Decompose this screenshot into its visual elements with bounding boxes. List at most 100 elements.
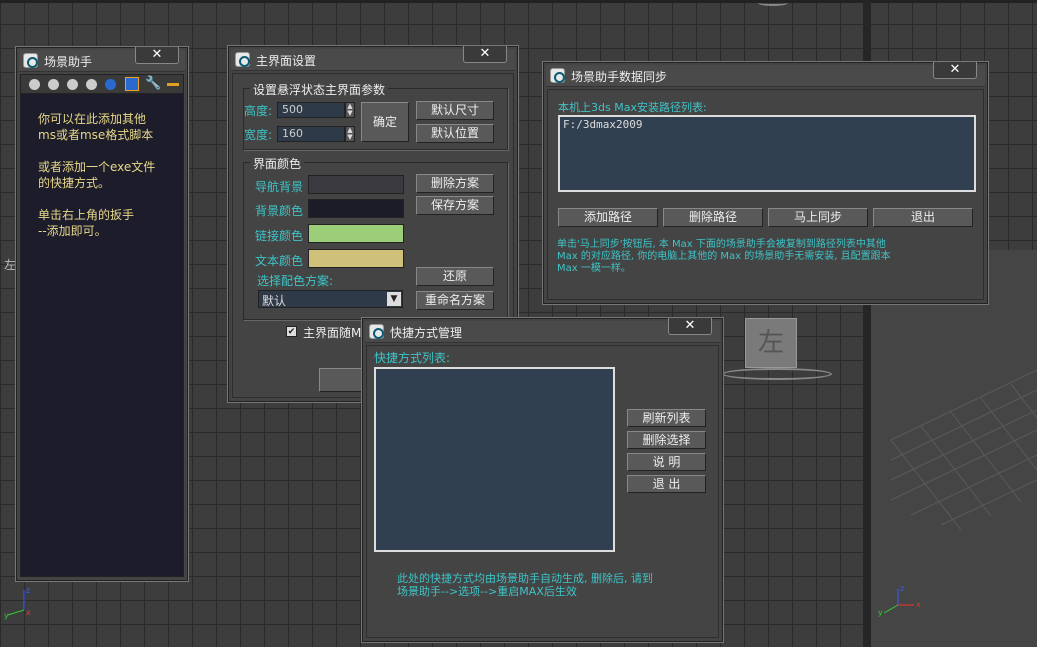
svg-text:y: y (878, 608, 883, 617)
bg-color-swatch[interactable] (308, 199, 404, 218)
shortcut-note: 此处的快捷方式均由场景助手自动生成, 删除后, 请到 场景助手-->选项-->重… (397, 572, 653, 598)
dot-icon[interactable] (67, 79, 78, 90)
shortcut-manager-body: 快捷方式列表: 刷新列表 删除选择 说 明 退 出 此处的快捷方式均由场景助手自… (366, 345, 719, 638)
note-line: 场景助手-->选项-->重启MAX后生效 (397, 585, 577, 598)
height-label: 高度: (244, 104, 273, 118)
dot-icon[interactable] (86, 79, 97, 90)
note-line: Max 的对应路径, 你的电脑上其他的 Max 的场景助手无需安装, 且配置跟本 (557, 251, 891, 262)
close-button[interactable]: ✕ (463, 46, 507, 63)
nav-bg-label: 导航背景 (255, 180, 304, 194)
text-line (38, 191, 155, 207)
scene-helper-text: 你可以在此添加其他 ms或者mse格式脚本 或者添加一个exe文件 的快捷方式。… (38, 111, 155, 239)
app-logo-icon (369, 324, 384, 339)
dot-icon[interactable] (48, 79, 59, 90)
link-color-swatch[interactable] (308, 224, 404, 243)
dot-icon[interactable] (29, 79, 40, 90)
scene-helper-titlebar[interactable]: 场景助手 ✕ (19, 47, 185, 72)
grid-icon[interactable] (125, 77, 139, 91)
viewcube-label: 左 (757, 328, 784, 358)
data-sync-window: 场景助手数据同步 ✕ 本机上3ds Max安装路径列表: F:/3dmax200… (542, 61, 989, 305)
scene-helper-toolbar: 🔧 (21, 75, 183, 94)
app-logo-icon (235, 52, 250, 67)
viewport-border-top (0, 0, 1037, 3)
width-spinner[interactable]: ▲ ▼ (345, 126, 355, 142)
scene-helper-body: 🔧 你可以在此添加其他 ms或者mse格式脚本 或者添加一个exe文件 的快捷方… (20, 74, 184, 577)
link-color-label: 链接颜色 (255, 229, 304, 243)
app-logo-icon (550, 68, 565, 83)
data-sync-title: 场景助手数据同步 (571, 70, 668, 84)
svg-text:z: z (900, 585, 904, 593)
height-spinner[interactable]: ▲ ▼ (345, 102, 355, 118)
exit-button[interactable]: 退出 (873, 208, 973, 227)
close-button[interactable]: ✕ (668, 318, 712, 335)
close-button[interactable]: ✕ (135, 47, 179, 64)
blue-dot-icon[interactable] (105, 79, 116, 90)
add-path-button[interactable]: 添加路径 (558, 208, 658, 227)
scheme-dropdown-value: 默认 (262, 294, 287, 308)
text-line: 的快捷方式。 (38, 176, 111, 190)
width-label: 宽度: (244, 128, 273, 142)
default-position-button[interactable]: 默认位置 (416, 124, 494, 143)
height-input[interactable]: 500 (277, 102, 345, 118)
chevron-down-icon[interactable]: ▼ (387, 292, 401, 306)
shortcut-manager-titlebar[interactable]: 快捷方式管理 ✕ (365, 318, 720, 343)
refresh-list-button[interactable]: 刷新列表 (627, 409, 706, 427)
sync-now-button[interactable]: 马上同步 (768, 208, 868, 227)
delete-scheme-button[interactable]: 删除方案 (416, 174, 494, 193)
text-line: --添加即可。 (38, 224, 107, 238)
width-input[interactable]: 160 (277, 126, 345, 142)
main-settings-title: 主界面设置 (256, 54, 317, 68)
note-line: 单击'马上同步'按钮后, 本 Max 下面的场景助手会被复制到路径列表中其他 (557, 239, 886, 250)
shortcut-list-label: 快捷方式列表: (374, 351, 451, 365)
viewcube-ring-top (758, 0, 788, 6)
text-line: 单击右上角的扳手 (38, 208, 135, 222)
svg-text:x: x (26, 608, 31, 617)
data-sync-body: 本机上3ds Max安装路径列表: F:/3dmax2009 添加路径 删除路径… (547, 89, 984, 300)
svg-text:z: z (26, 586, 30, 595)
path-list-label: 本机上3ds Max安装路径列表: (558, 101, 707, 114)
bg-color-label: 背景颜色 (255, 204, 304, 218)
save-scheme-button[interactable]: 保存方案 (416, 196, 494, 215)
scheme-dropdown[interactable]: 默认 ▼ (258, 290, 403, 308)
viewcube[interactable]: 左 (745, 318, 797, 368)
delete-path-button[interactable]: 删除路径 (663, 208, 763, 227)
shortcut-list[interactable] (374, 367, 615, 552)
help-button[interactable]: 说 明 (627, 453, 706, 471)
select-scheme-label: 选择配色方案: (257, 274, 334, 288)
svg-text:y: y (4, 611, 9, 620)
note-line: 此处的快捷方式均由场景助手自动生成, 删除后, 请到 (397, 572, 653, 585)
text-color-swatch[interactable] (308, 249, 404, 268)
svg-text:x: x (916, 600, 921, 609)
path-list[interactable]: F:/3dmax2009 (558, 115, 976, 192)
text-line: ms或者mse格式脚本 (38, 128, 154, 142)
shortcut-manager-title: 快捷方式管理 (390, 326, 463, 340)
sync-note: 单击'马上同步'按钮后, 本 Max 下面的场景助手会被复制到路径列表中其他 M… (557, 239, 891, 275)
text-line: 或者添加一个exe文件 (38, 160, 156, 174)
close-button[interactable]: ✕ (933, 62, 977, 79)
axis-gizmo-left: z x y (4, 586, 31, 620)
list-item[interactable]: F:/3dmax2009 (563, 118, 642, 131)
scene-helper-window: 场景助手 ✕ 🔧 你可以在此添加其他 ms或者mse格式脚本 或者添加一个exe… (15, 46, 189, 582)
minus-icon[interactable] (167, 83, 179, 86)
rename-scheme-button[interactable]: 重命名方案 (416, 291, 494, 310)
confirm-button[interactable]: 确定 (361, 102, 409, 142)
scene-helper-title: 场景助手 (44, 55, 93, 69)
exit-button[interactable]: 退 出 (627, 475, 706, 493)
color-group-title: 界面颜色 (250, 155, 305, 172)
delete-selection-button[interactable]: 删除选择 (627, 431, 706, 449)
restore-button[interactable]: 还原 (416, 267, 494, 286)
main-settings-titlebar[interactable]: 主界面设置 ✕ (231, 46, 515, 71)
follow-checkbox[interactable]: ✔ (286, 326, 297, 337)
data-sync-titlebar[interactable]: 场景助手数据同步 ✕ (546, 62, 985, 87)
default-size-button[interactable]: 默认尺寸 (416, 101, 494, 120)
shortcut-manager-window: 快捷方式管理 ✕ 快捷方式列表: 刷新列表 删除选择 说 明 退 出 此处的快捷… (361, 317, 724, 643)
text-line (38, 143, 155, 159)
note-line: Max 一模一样。 (557, 263, 631, 274)
follow-checkbox-label: 主界面随Ma (303, 326, 369, 340)
axis-gizmo-persp: z x y (878, 585, 921, 617)
nav-bg-swatch[interactable] (308, 175, 404, 194)
text-line: 你可以在此添加其他 (38, 112, 147, 126)
float-params-group-title: 设置悬浮状态主界面参数 (250, 81, 389, 98)
wrench-icon[interactable]: 🔧 (145, 76, 161, 91)
viewcube-ring (722, 368, 832, 380)
